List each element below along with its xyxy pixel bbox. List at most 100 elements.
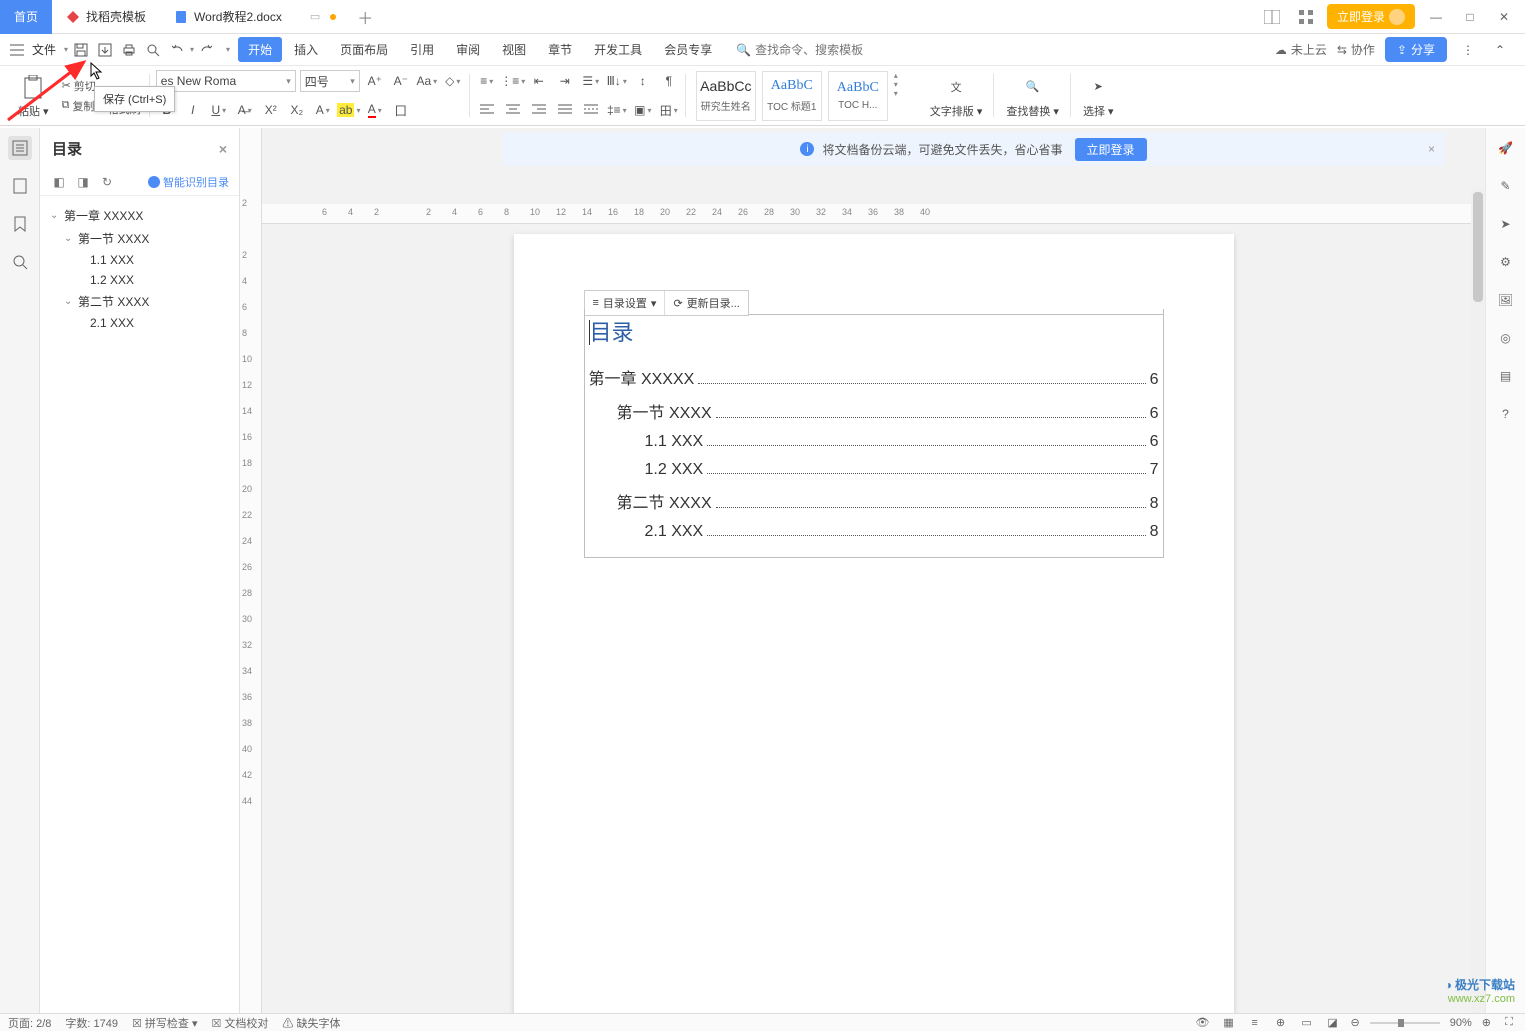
- collapse-ribbon-icon[interactable]: ⌃: [1489, 39, 1511, 61]
- rocket-icon[interactable]: 🚀: [1494, 136, 1518, 160]
- zoom-out-button[interactable]: ⊖: [1351, 1016, 1360, 1029]
- strikethrough-icon[interactable]: A̶: [234, 99, 256, 121]
- align-center-icon[interactable]: [502, 99, 524, 121]
- collab-button[interactable]: ⇆协作: [1337, 41, 1375, 58]
- align-justify-icon[interactable]: [554, 99, 576, 121]
- thumbnail-icon[interactable]: [8, 174, 32, 198]
- zoom-in-button[interactable]: ⊕: [1482, 1016, 1491, 1029]
- more-menu-icon[interactable]: ⋮: [1457, 39, 1479, 61]
- menu-member[interactable]: 会员专享: [654, 37, 722, 62]
- command-search[interactable]: 🔍: [736, 43, 905, 57]
- change-case-icon[interactable]: Aa: [416, 70, 438, 92]
- tree-item[interactable]: ⌄第一节 XXXX: [46, 227, 233, 250]
- proofread-toggle[interactable]: ☒ 文档校对: [212, 1015, 269, 1031]
- pen-icon[interactable]: ✎: [1494, 174, 1518, 198]
- nav-search-icon[interactable]: [8, 250, 32, 274]
- close-pane-button[interactable]: ×: [219, 141, 227, 157]
- grow-font-icon[interactable]: A⁺: [364, 70, 386, 92]
- text-effects-icon[interactable]: A: [312, 99, 334, 121]
- banner-close-button[interactable]: ×: [1428, 142, 1435, 156]
- line-break-icon[interactable]: ☰: [580, 70, 602, 92]
- eye-icon[interactable]: 👁: [1195, 1015, 1211, 1031]
- apps-icon[interactable]: [1293, 4, 1319, 30]
- menu-view[interactable]: 视图: [492, 37, 536, 62]
- style-gallery[interactable]: AaBbCc研究生姓名 AaBbCTOC 标题1 AaBbCTOC H... ▴…: [692, 69, 912, 123]
- menu-insert[interactable]: 插入: [284, 37, 328, 62]
- tree-item[interactable]: 1.2 XXX: [46, 270, 233, 290]
- superscript-icon[interactable]: X²: [260, 99, 282, 121]
- hamburger-icon[interactable]: [6, 39, 28, 61]
- settings-icon[interactable]: ⚙: [1494, 250, 1518, 274]
- fullscreen-icon[interactable]: ⛶: [1501, 1015, 1517, 1031]
- align-distribute-icon[interactable]: [580, 99, 602, 121]
- menu-review[interactable]: 审阅: [446, 37, 490, 62]
- print-button[interactable]: [118, 39, 140, 61]
- vertical-scrollbar[interactable]: [1471, 188, 1485, 1013]
- spellcheck-toggle[interactable]: ☒ 拼写检查 ▾: [132, 1015, 198, 1031]
- style-more-icon[interactable]: ▴▾▾: [894, 71, 908, 98]
- save-as-button[interactable]: [94, 39, 116, 61]
- view-outline-icon[interactable]: ≡: [1247, 1015, 1263, 1031]
- horizontal-ruler[interactable]: 642246810121416182022242628303234363840: [262, 204, 1485, 224]
- gear-icon[interactable]: ◎: [1494, 326, 1518, 350]
- line-spacing-icon[interactable]: ‡≡: [606, 99, 628, 121]
- align-left-icon[interactable]: [476, 99, 498, 121]
- toc-field[interactable]: 目录 第一章 XXXXX6 第一节 XXXX6 1.1 XXX6 1.2 XXX…: [584, 309, 1164, 558]
- toc-entry[interactable]: 1.1 XXX6: [589, 433, 1159, 451]
- tab-home[interactable]: 首页: [0, 0, 52, 34]
- scrollbar-thumb[interactable]: [1473, 192, 1483, 302]
- find-replace-button[interactable]: 🔍查找替换 ▾: [1000, 73, 1065, 119]
- text-layout-button[interactable]: 文文字排版 ▾: [924, 73, 989, 119]
- close-button[interactable]: ✕: [1491, 4, 1517, 30]
- layout-icon[interactable]: [1259, 4, 1285, 30]
- style-item[interactable]: AaBbCTOC H...: [828, 71, 888, 121]
- tree-item[interactable]: 1.1 XXX: [46, 250, 233, 270]
- tree-item[interactable]: ⌄第一章 XXXXX: [46, 204, 233, 227]
- toc-entry[interactable]: 第一章 XXXXX6: [589, 365, 1159, 389]
- character-border-icon[interactable]: 囗: [390, 99, 412, 121]
- login-button[interactable]: 立即登录: [1327, 4, 1415, 29]
- toc-entry[interactable]: 1.2 XXX7: [589, 461, 1159, 479]
- style-item[interactable]: AaBbCc研究生姓名: [696, 71, 756, 121]
- smart-detect-toc[interactable]: 智能识别目录: [148, 174, 229, 190]
- vertical-ruler[interactable]: 2246810121416182022242628303234363840424…: [240, 128, 262, 1013]
- toc-entry[interactable]: 第二节 XXXX8: [589, 489, 1159, 513]
- document-page[interactable]: ≡目录设置 ▾ ⟳更新目录... 目录 第一章 XXXXX6 第一节 XXXX6…: [514, 234, 1234, 1013]
- pointer-icon[interactable]: ➤: [1494, 212, 1518, 236]
- image-icon[interactable]: 🖼: [1494, 288, 1518, 312]
- increase-indent-icon[interactable]: ⇥: [554, 70, 576, 92]
- align-right-icon[interactable]: [528, 99, 550, 121]
- zoom-slider[interactable]: [1370, 1019, 1440, 1027]
- numbering-icon[interactable]: ⋮≡: [502, 70, 524, 92]
- highlight-icon[interactable]: ab: [338, 99, 360, 121]
- outline-icon[interactable]: [8, 136, 32, 160]
- page-indicator[interactable]: 页面: 2/8: [8, 1015, 51, 1031]
- undo-button[interactable]: [166, 39, 188, 61]
- redo-button[interactable]: [196, 39, 218, 61]
- cloud-status[interactable]: ☁未上云: [1275, 41, 1327, 58]
- nav-collapse-icon[interactable]: ◧: [50, 173, 68, 191]
- italic-icon[interactable]: I: [182, 99, 204, 121]
- share-button[interactable]: ⇪分享: [1385, 37, 1447, 62]
- banner-login-button[interactable]: 立即登录: [1075, 138, 1147, 161]
- toc-entry[interactable]: 第一节 XXXX6: [589, 399, 1159, 423]
- view-focus-icon[interactable]: ◪: [1325, 1015, 1341, 1031]
- tree-item[interactable]: ⌄第二节 XXXX: [46, 290, 233, 313]
- view-page-icon[interactable]: ▦: [1221, 1015, 1237, 1031]
- paste-button[interactable]: 粘贴 ▾: [12, 73, 55, 119]
- print-preview-button[interactable]: [142, 39, 164, 61]
- nav-refresh-icon[interactable]: ↻: [98, 173, 116, 191]
- help-icon[interactable]: ?: [1494, 402, 1518, 426]
- maximize-button[interactable]: □: [1457, 4, 1483, 30]
- font-size-select[interactable]: 四号▾: [300, 70, 360, 92]
- menu-start[interactable]: 开始: [238, 37, 282, 62]
- view-read-icon[interactable]: ▭: [1299, 1015, 1315, 1031]
- shrink-font-icon[interactable]: A⁻: [390, 70, 412, 92]
- save-button[interactable]: [70, 39, 92, 61]
- sort-icon[interactable]: ↕: [632, 70, 654, 92]
- tab-template[interactable]: 找稻壳模板: [52, 0, 160, 34]
- menu-dev-tools[interactable]: 开发工具: [584, 37, 652, 62]
- clear-format-icon[interactable]: ◇: [442, 70, 464, 92]
- tab-document[interactable]: Word教程2.docx ▭: [160, 0, 350, 34]
- decrease-indent-icon[interactable]: ⇤: [528, 70, 550, 92]
